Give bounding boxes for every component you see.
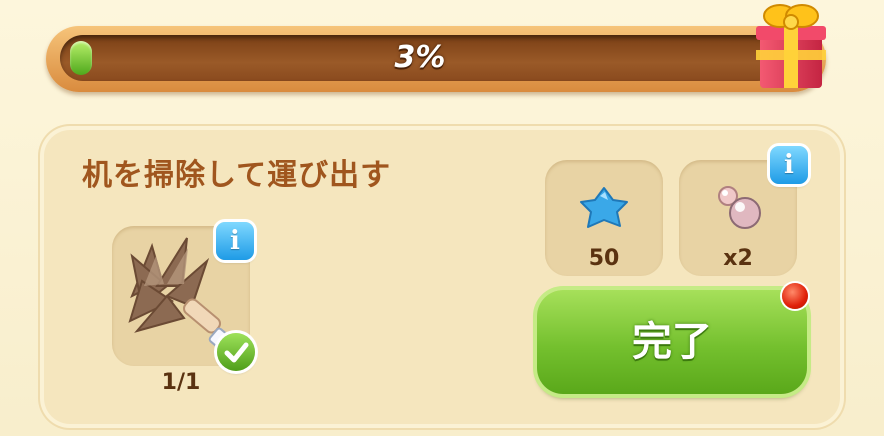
item-count: 1/1 <box>161 370 201 395</box>
task-title: 机を掃除して運び出す <box>82 158 392 193</box>
game-screen: 3% 机を掃除して運び出す i 1/1 50 x2 i 完了 <box>0 0 884 436</box>
complete-button[interactable]: 完了 <box>537 290 807 394</box>
progress-bar: 3% <box>60 35 780 81</box>
progress-percent: 3% <box>394 40 446 75</box>
blue-star-icon <box>580 187 628 228</box>
notification-dot <box>782 283 808 309</box>
gift-box-icon[interactable] <box>752 0 828 90</box>
item-info-button[interactable]: i <box>216 222 254 260</box>
checkmark-icon <box>217 333 255 371</box>
reward-info-button[interactable]: i <box>770 146 808 184</box>
reward-pearl-amount: x2 <box>723 246 753 271</box>
reward-stars-amount: 50 <box>588 246 620 271</box>
